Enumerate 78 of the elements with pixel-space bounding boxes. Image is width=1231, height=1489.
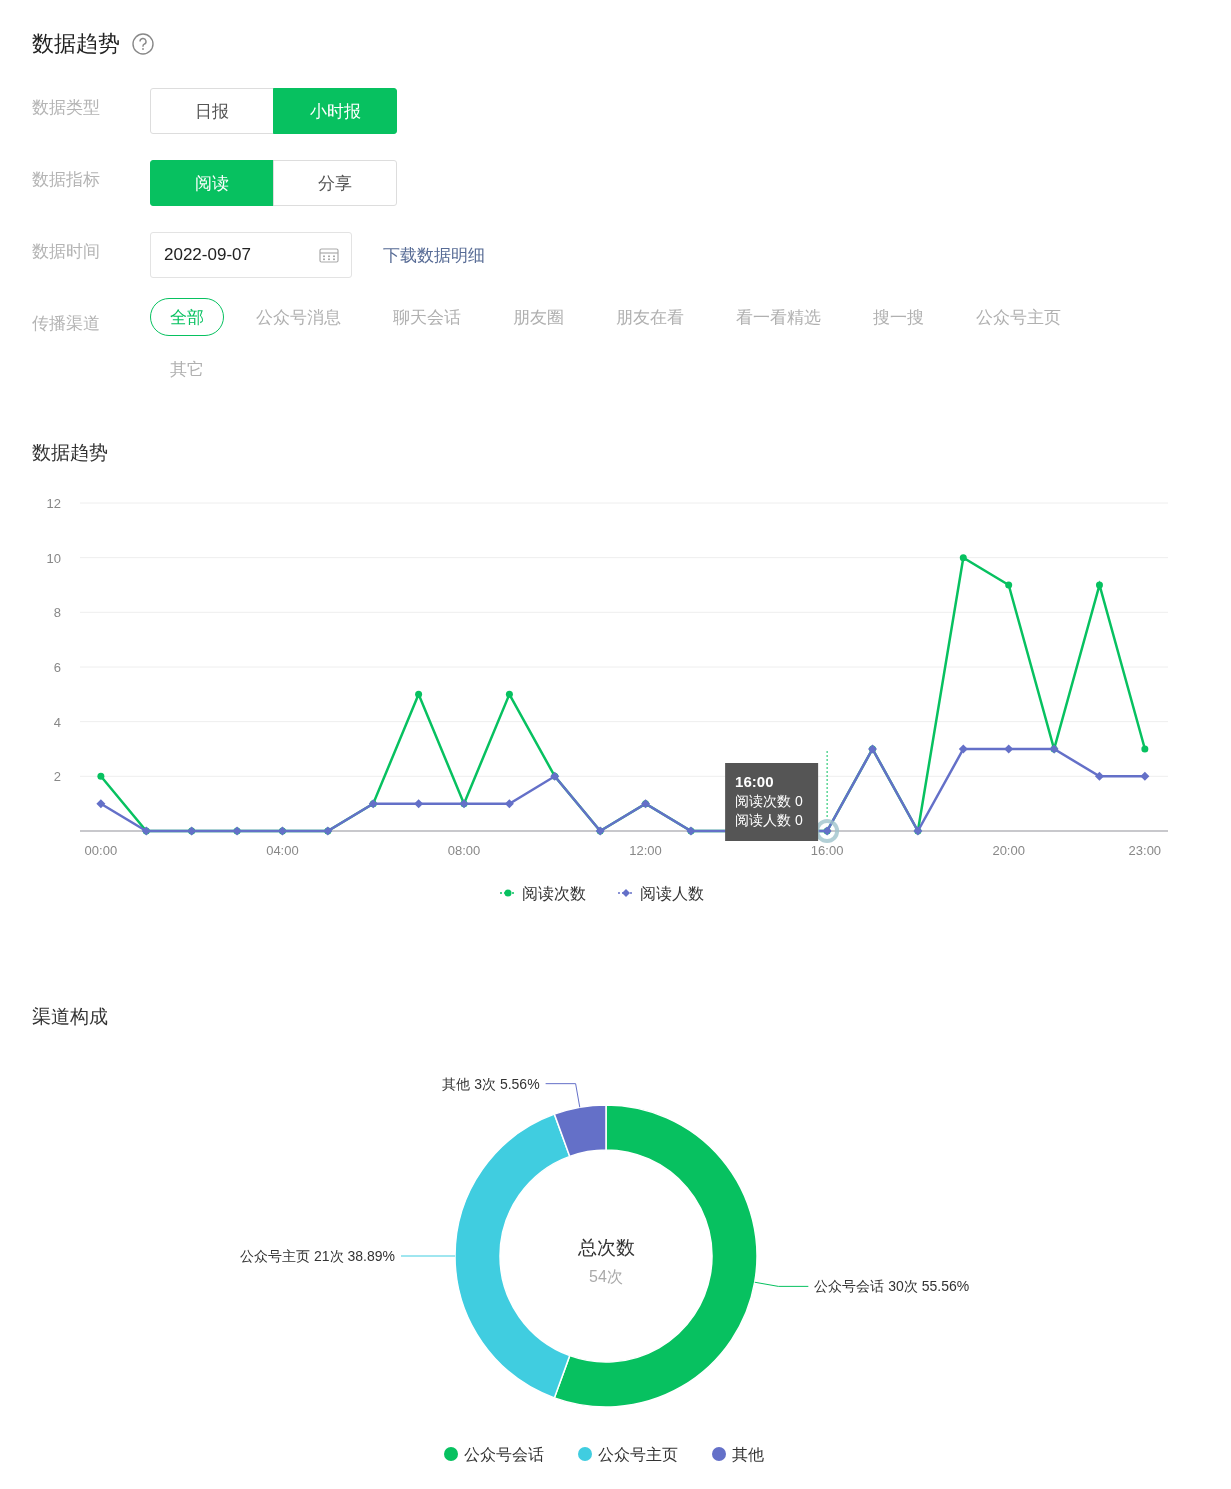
y-axis-label: 4: [53, 714, 61, 730]
segment-button[interactable]: 日报: [150, 88, 274, 134]
legend-label[interactable]: 公众号主页: [598, 1446, 678, 1463]
data-point: [1140, 771, 1150, 781]
leader-line: [754, 1281, 809, 1287]
hover-ring: [815, 819, 840, 843]
page-title: 数据趋势: [32, 30, 120, 58]
legend-label[interactable]: 阅读次数: [522, 885, 586, 902]
legend-marker-icon: [499, 889, 517, 897]
data-point: [550, 771, 560, 781]
slice-label: 其他 3次 5.56%: [442, 1075, 540, 1092]
slice-label: 公众号主页 21次 38.89%: [240, 1248, 395, 1264]
x-axis-label: 16:00: [810, 843, 844, 858]
help-icon[interactable]: [132, 33, 154, 55]
leader-line: [400, 1255, 456, 1257]
channel-chip[interactable]: 全部: [150, 298, 224, 336]
center-value: 54次: [589, 1268, 623, 1285]
download-link[interactable]: 下载数据明细: [383, 243, 485, 267]
slice-label: 公众号会话 30次 55.56%: [814, 1278, 970, 1295]
tooltip-text: 阅读人数 0: [735, 812, 803, 828]
data-point: [97, 772, 105, 780]
data-point: [1095, 581, 1103, 589]
legend-label[interactable]: 阅读人数: [640, 885, 704, 902]
y-axis-label: 2: [53, 769, 61, 785]
y-axis-label: 12: [46, 496, 61, 511]
section-title: 数据趋势: [32, 441, 108, 465]
data-point: [913, 826, 923, 836]
y-axis-label: 6: [53, 660, 61, 675]
data-point: [96, 799, 106, 809]
x-axis-label: 04:00: [266, 843, 299, 858]
segment-button[interactable]: 小时报: [273, 88, 397, 134]
data-point: [368, 799, 378, 809]
field-label: 数据类型: [32, 97, 101, 119]
data-point: [459, 799, 469, 809]
legend-label[interactable]: 其他: [732, 1446, 764, 1463]
data-point: [1004, 744, 1014, 754]
data-point: [505, 690, 513, 698]
x-axis-label: 20:00: [992, 843, 1025, 858]
data-point: [641, 799, 651, 809]
tooltip-text: 阅读次数 0: [735, 793, 803, 809]
y-axis-label: 10: [46, 550, 61, 566]
legend-marker-icon: [617, 889, 635, 897]
data-point: [868, 744, 877, 754]
legend-label[interactable]: 公众号会话: [464, 1446, 544, 1463]
data-point: [686, 826, 696, 836]
segment-button[interactable]: 分享: [273, 160, 397, 206]
y-axis-label: 8: [53, 605, 61, 621]
leader-line: [545, 1083, 581, 1108]
data-point: [141, 826, 151, 836]
data-point: [822, 826, 832, 836]
hover-line: [826, 750, 828, 820]
data-point: [1005, 581, 1013, 589]
data-point: [415, 690, 423, 698]
data-point: [595, 826, 605, 836]
date-field[interactable]: 2022-09-07: [150, 232, 352, 278]
x-axis-label: 23:00: [1128, 843, 1162, 858]
data-point: [1141, 745, 1149, 753]
segment-button[interactable]: 阅读: [150, 160, 274, 206]
data-point: [277, 826, 287, 836]
data-point: [1049, 744, 1059, 754]
data-point: [1094, 771, 1104, 781]
field-label: 传播渠道: [32, 313, 101, 335]
x-axis-label: 12:00: [629, 843, 662, 858]
data-point: [959, 554, 967, 562]
x-axis-label: 08:00: [447, 843, 481, 858]
tooltip-title: 16:00: [735, 773, 774, 790]
calendar-icon: [319, 247, 339, 263]
data-point: [187, 826, 197, 836]
data-point: [414, 799, 424, 809]
field-label: 数据时间: [32, 241, 101, 263]
field-label: 数据指标: [32, 169, 101, 191]
x-axis-label: 00:00: [84, 843, 118, 858]
data-point: [958, 744, 968, 754]
data-point: [504, 799, 514, 809]
section-title: 渠道构成: [32, 1005, 108, 1029]
center-title: 总次数: [577, 1237, 635, 1258]
data-point: [232, 826, 242, 836]
data-point: [323, 826, 333, 836]
